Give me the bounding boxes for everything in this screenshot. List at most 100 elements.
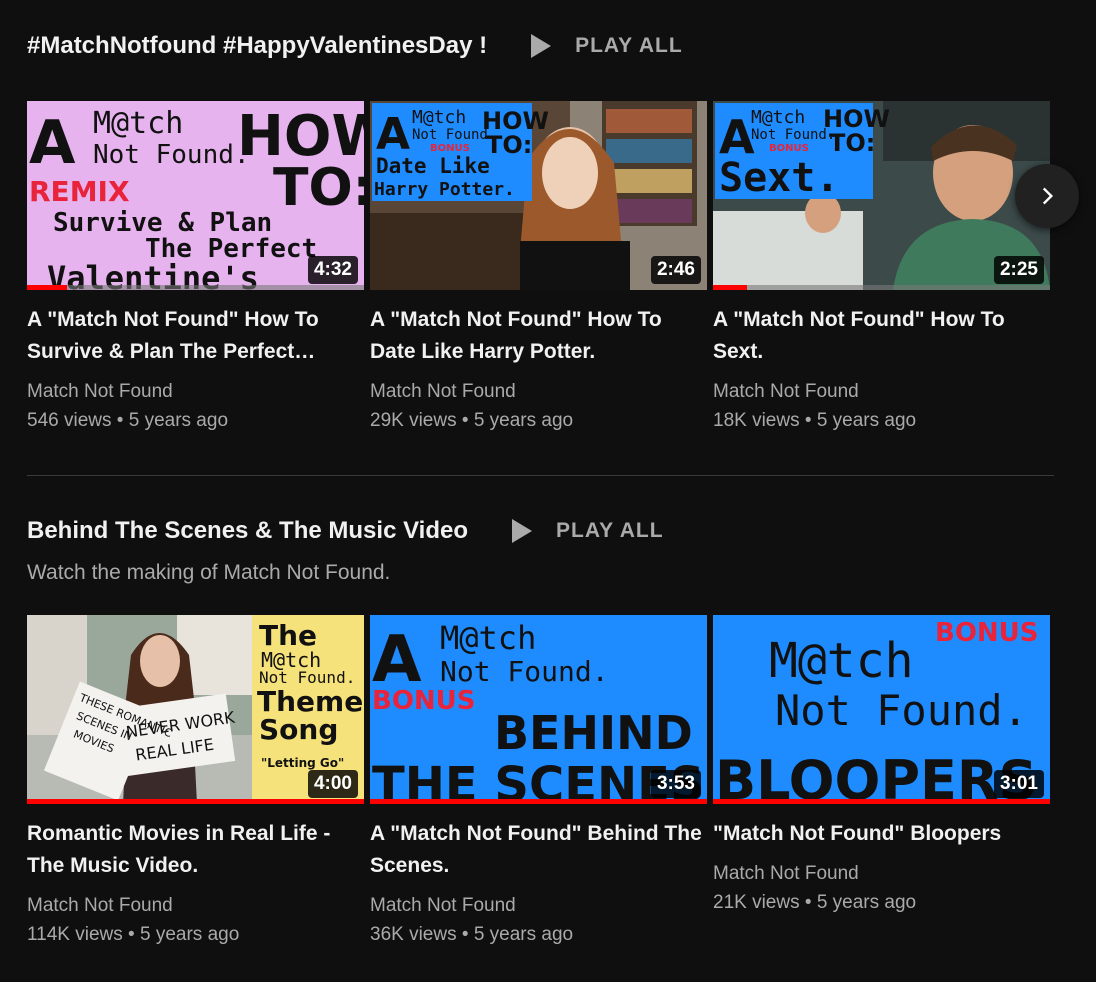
upload-age: 5 years ago: [816, 410, 917, 431]
thumb-text: TO:: [486, 131, 532, 159]
view-count: 546 views: [27, 410, 112, 431]
shelf-title[interactable]: #MatchNotfound #HappyValentinesDay !: [27, 32, 487, 60]
video-meta: 114K views • 5 years ago: [27, 920, 364, 950]
watch-progress-fill: [713, 285, 747, 290]
view-count: 21K views: [713, 892, 800, 913]
thumb-text: Not Found.: [440, 655, 609, 688]
watch-progress-bar: [713, 799, 1050, 804]
video-duration: 4:00: [307, 770, 358, 798]
video-duration: 4:32: [307, 256, 358, 284]
video-thumbnail[interactable]: A M@tch Not Found. BONUS HOW TO: Sext. 2…: [713, 101, 1050, 290]
upload-age: 5 years ago: [473, 924, 574, 945]
video-meta: 36K views • 5 years ago: [370, 920, 707, 950]
channel-name[interactable]: Match Not Found: [370, 892, 707, 920]
channel-name[interactable]: Match Not Found: [713, 860, 1050, 888]
thumb-text: M@tch: [769, 633, 914, 689]
thumb-text: Not Found.: [93, 140, 250, 170]
shelf-title[interactable]: Behind The Scenes & The Music Video: [27, 517, 468, 545]
video-title[interactable]: A "Match Not Found" How To Date Like Har…: [370, 304, 707, 368]
shelf-divider: [27, 475, 1054, 476]
play-all-button[interactable]: PLAY ALL: [512, 519, 664, 543]
meta-separator: •: [804, 410, 812, 431]
thumb-text: "Letting Go": [261, 756, 344, 770]
thumb-text: BONUS: [769, 143, 809, 154]
play-icon: [512, 519, 532, 543]
video-grid: A M@tch Not Found. HOW TO: REMIX Survive…: [27, 101, 1054, 436]
shelf-header: #MatchNotfound #HappyValentinesDay ! PLA…: [27, 26, 1054, 66]
thumb-text: BLOOPERS: [715, 749, 1037, 804]
carousel-next-button[interactable]: [1015, 164, 1079, 228]
view-count: 114K views: [27, 924, 123, 945]
thumb-text: A: [29, 108, 76, 178]
watch-progress-bar: [713, 285, 1050, 290]
meta-separator: •: [116, 410, 124, 431]
play-icon: [531, 34, 552, 58]
thumb-text: M@tch: [751, 107, 805, 128]
video-card[interactable]: BONUS M@tch Not Found. BLOOPERS 3:01 "Ma…: [713, 615, 1050, 950]
thumb-text: M@tch: [412, 107, 466, 128]
thumb-text: Sext.: [719, 155, 839, 201]
upload-age: 5 years ago: [816, 892, 917, 913]
shelf-header: Behind The Scenes & The Music Video PLAY…: [27, 511, 1054, 551]
thumb-text: BONUS: [372, 686, 476, 716]
play-all-label: PLAY ALL: [575, 34, 683, 57]
meta-separator: •: [804, 892, 812, 913]
video-card[interactable]: A M@tch Not Found. HOW TO: REMIX Survive…: [27, 101, 364, 436]
video-title[interactable]: Romantic Movies in Real Life -The Music …: [27, 818, 364, 882]
thumb-text: BEHIND: [494, 706, 693, 760]
thumb-text: TO:: [829, 129, 875, 157]
video-thumbnail[interactable]: BONUS M@tch Not Found. BLOOPERS 3:01: [713, 615, 1050, 804]
video-card[interactable]: A M@tch Not Found. BONUS BEHIND THE SCEN…: [370, 615, 707, 950]
video-title[interactable]: A "Match Not Found" How To Survive & Pla…: [27, 304, 364, 368]
thumb-text: Date Like: [376, 154, 490, 178]
thumb-text: BONUS: [430, 143, 470, 154]
thumb-text: BONUS: [935, 618, 1039, 648]
shelf-valentines: #MatchNotfound #HappyValentinesDay ! PLA…: [27, 26, 1054, 436]
video-title[interactable]: "Match Not Found" Bloopers: [713, 818, 1050, 850]
thumb-text: Not Found.: [775, 686, 1028, 735]
video-card[interactable]: NEVER WORK REAL LIFE THESE ROMANTIC SCEN…: [27, 615, 364, 950]
watch-progress-bar: [27, 799, 364, 804]
thumb-text: Song: [259, 713, 338, 746]
view-count: 18K views: [713, 410, 800, 431]
shelf-description: Watch the making of Match Not Found.: [27, 561, 391, 584]
video-meta: 18K views • 5 years ago: [713, 406, 1050, 436]
upload-age: 5 years ago: [139, 924, 240, 945]
video-card[interactable]: A M@tch Not Found. BONUS HOW TO: Sext. 2…: [713, 101, 1050, 436]
upload-age: 5 years ago: [473, 410, 574, 431]
channel-name[interactable]: Match Not Found: [713, 378, 1050, 406]
video-meta: 21K views • 5 years ago: [713, 888, 1050, 918]
video-thumbnail[interactable]: A M@tch Not Found. BONUS BEHIND THE SCEN…: [370, 615, 707, 804]
meta-separator: •: [461, 410, 469, 431]
video-title[interactable]: A "Match Not Found" How To Sext.: [713, 304, 1050, 368]
watch-progress-fill: [27, 285, 68, 290]
video-card[interactable]: A M@tch Not Found. BONUS HOW TO: Date Li…: [370, 101, 707, 436]
video-thumbnail[interactable]: NEVER WORK REAL LIFE THESE ROMANTIC SCEN…: [27, 615, 364, 804]
thumb-text: M@tch: [93, 106, 183, 141]
meta-separator: •: [461, 924, 469, 945]
video-thumbnail[interactable]: A M@tch Not Found. HOW TO: REMIX Survive…: [27, 101, 364, 290]
watch-progress-fill: [370, 799, 707, 804]
meta-separator: •: [128, 924, 135, 945]
chevron-right-icon: [1042, 187, 1054, 205]
channel-name[interactable]: Match Not Found: [27, 892, 364, 920]
channel-name[interactable]: Match Not Found: [370, 378, 707, 406]
video-title[interactable]: A "Match Not Found" Behind The Scenes.: [370, 818, 707, 882]
play-all-button[interactable]: PLAY ALL: [531, 34, 683, 58]
thumb-text: Harry Potter.: [374, 179, 515, 200]
video-meta: 29K views • 5 years ago: [370, 406, 707, 436]
video-duration: 3:01: [993, 770, 1044, 798]
video-duration: 3:53: [650, 770, 701, 798]
video-duration: 2:25: [993, 256, 1044, 284]
channel-name[interactable]: Match Not Found: [27, 378, 364, 406]
thumb-text: A: [376, 109, 410, 160]
watch-progress-bar: [27, 285, 364, 290]
video-duration: 2:46: [650, 256, 701, 284]
view-count: 36K views: [370, 924, 457, 945]
view-count: 29K views: [370, 410, 457, 431]
shelf-behind-the-scenes: Behind The Scenes & The Music Video PLAY…: [27, 511, 1054, 950]
video-grid: NEVER WORK REAL LIFE THESE ROMANTIC SCEN…: [27, 615, 1054, 950]
thumb-text: M@tch: [440, 619, 536, 657]
video-thumbnail[interactable]: A M@tch Not Found. BONUS HOW TO: Date Li…: [370, 101, 707, 290]
watch-progress-bar: [370, 799, 707, 804]
